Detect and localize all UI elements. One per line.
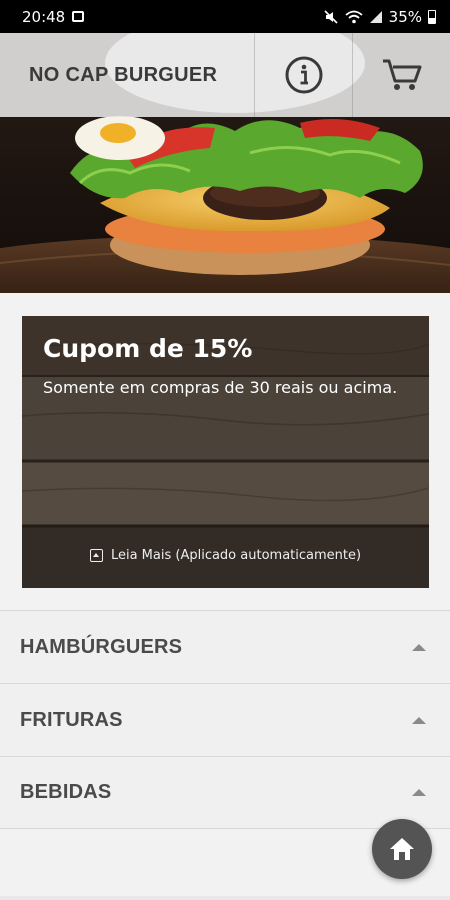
home-button[interactable]: [372, 819, 432, 879]
caret-up-icon: [412, 716, 426, 724]
category-frituras[interactable]: FRITURAS: [0, 683, 450, 756]
app-title: NO CAP BURGUER: [29, 63, 218, 86]
signal-icon: [369, 10, 382, 23]
category-label: BEBIDAS: [20, 781, 112, 803]
battery-icon: [428, 9, 436, 24]
info-button[interactable]: [254, 33, 352, 117]
status-right: 35%: [323, 8, 436, 26]
app-header: NO CAP BURGUER: [0, 33, 450, 117]
system-nav-bar: [0, 896, 450, 900]
wifi-icon: [345, 10, 363, 23]
cart-icon: [382, 59, 421, 90]
image-icon: [72, 11, 85, 22]
coupon-description: Somente em compras de 30 reais ou acima.: [43, 378, 398, 397]
category-hamburguers[interactable]: HAMBÚRGUERS: [0, 610, 450, 683]
category-list: HAMBÚRGUERS FRITURAS BEBIDAS: [0, 610, 450, 829]
expand-icon: [89, 549, 103, 562]
coupon-card[interactable]: Cupom de 15% Somente em compras de 30 re…: [22, 316, 429, 588]
mute-icon: [324, 9, 338, 24]
status-time: 20:48: [22, 7, 66, 26]
category-label: HAMBÚRGUERS: [20, 635, 183, 658]
coupon-read-more[interactable]: Leia Mais (Aplicado automaticamente): [22, 548, 429, 563]
status-bar: 20:48 35%: [0, 0, 450, 33]
coupon-title: Cupom de 15%: [43, 334, 253, 363]
read-more-label: Leia Mais (Aplicado automaticamente): [110, 548, 362, 563]
info-icon: [285, 56, 322, 94]
category-label: FRITURAS: [20, 708, 123, 731]
caret-up-icon: [412, 789, 426, 796]
battery-percent: 35%: [388, 7, 422, 26]
caret-up-icon: [412, 643, 426, 651]
category-bebidas[interactable]: BEBIDAS: [0, 756, 450, 829]
cart-button[interactable]: [352, 33, 450, 117]
home-icon: [390, 838, 414, 860]
